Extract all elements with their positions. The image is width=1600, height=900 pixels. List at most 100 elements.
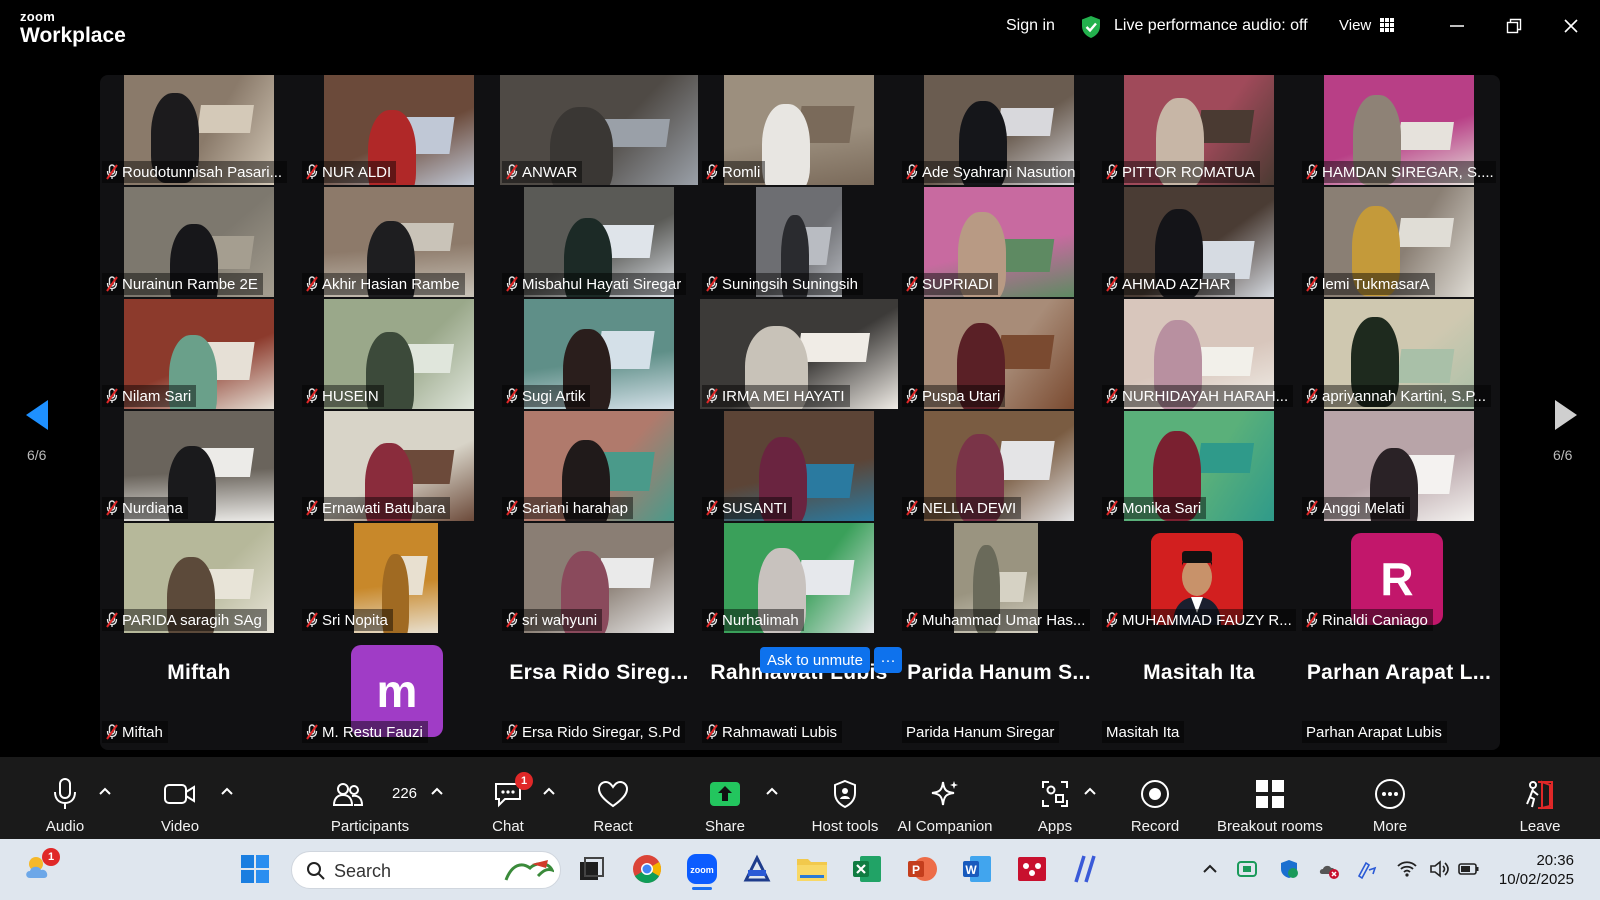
- share-options-caret-icon[interactable]: [766, 786, 778, 796]
- participant-tile[interactable]: HAMDAN SIREGAR, S....: [1300, 75, 1498, 185]
- participant-tile[interactable]: Parida Hanum S... Parida Hanum Siregar: [900, 635, 1098, 745]
- participant-name-label: Nilam Sari: [102, 385, 197, 407]
- shield-check-icon[interactable]: [1080, 15, 1102, 39]
- participant-tile[interactable]: PARIDA saragih SAg: [100, 523, 298, 633]
- participant-tile[interactable]: Muhammad Umar Has...: [900, 523, 1098, 633]
- system-clock[interactable]: 20:36 10/02/2025: [1499, 851, 1574, 889]
- participant-tile[interactable]: ANWAR: [500, 75, 698, 185]
- powerpoint-taskbar-button[interactable]: P: [905, 852, 939, 886]
- participant-tile[interactable]: Ade Syahrani Nasution: [900, 75, 1098, 185]
- participant-tile[interactable]: apriyannah Kartini, S.P...: [1300, 299, 1498, 409]
- pen-app-taskbar-button[interactable]: [1070, 852, 1104, 886]
- onedrive-error-tray-icon[interactable]: [1318, 858, 1340, 880]
- muted-mic-icon: [506, 276, 518, 292]
- participant-tile[interactable]: Suningsih Suningsih: [700, 187, 898, 297]
- participant-tile[interactable]: Anggi Melati: [1300, 411, 1498, 521]
- start-button[interactable]: [238, 852, 272, 886]
- tray-app-green-icon[interactable]: [1236, 858, 1258, 880]
- intune-taskbar-button[interactable]: [740, 852, 774, 886]
- participant-tile[interactable]: Puspa Utari: [900, 299, 1098, 409]
- more-options-button[interactable]: ···: [874, 647, 902, 673]
- participant-tile[interactable]: NURHIDAYAH HARAH...: [1100, 299, 1298, 409]
- participant-tile[interactable]: Nilam Sari: [100, 299, 298, 409]
- taskbar-search-box[interactable]: Search: [291, 851, 561, 889]
- participant-tile[interactable]: sri wahyuni: [500, 523, 698, 633]
- participant-tile[interactable]: SUPRIADI: [900, 187, 1098, 297]
- file-explorer-taskbar-button[interactable]: [795, 852, 829, 886]
- minimize-button[interactable]: [1443, 12, 1471, 40]
- participant-name-label: SUPRIADI: [902, 273, 998, 295]
- participant-tile[interactable]: Ernawati Batubara: [300, 411, 498, 521]
- weather-widget[interactable]: 1: [22, 848, 60, 884]
- participant-tile[interactable]: Roudotunnisah Pasari...: [100, 75, 298, 185]
- chat-options-caret-icon[interactable]: [543, 786, 555, 796]
- host-tools-button[interactable]: Host tools: [805, 757, 885, 839]
- participant-tile[interactable]: NELLIA DEWI: [900, 411, 1098, 521]
- participant-tile[interactable]: Monika Sari: [1100, 411, 1298, 521]
- zoom-taskbar-button[interactable]: zoom: [685, 852, 719, 886]
- video-options-caret-icon[interactable]: [221, 786, 233, 796]
- ai-companion-button[interactable]: AI Companion: [895, 757, 995, 839]
- participants-options-caret-icon[interactable]: [431, 786, 443, 796]
- participant-tile[interactable]: AHMAD AZHAR: [1100, 187, 1298, 297]
- chrome-taskbar-button[interactable]: [630, 852, 664, 886]
- participant-tile[interactable]: lemi TukmasarA: [1300, 187, 1498, 297]
- wifi-icon[interactable]: [1396, 858, 1418, 880]
- apps-button[interactable]: Apps: [1030, 757, 1080, 839]
- participant-name-label: Misbahul Hayati Siregar: [502, 273, 687, 295]
- participant-tile[interactable]: Nurhalimah: [700, 523, 898, 633]
- word-taskbar-button[interactable]: W: [960, 852, 994, 886]
- chat-button[interactable]: 1 Chat: [483, 757, 533, 839]
- app-taskbar-button[interactable]: [1015, 852, 1049, 886]
- participant-tile[interactable]: NUR ALDI: [300, 75, 498, 185]
- participant-name-label: M. Restu Fauzi: [302, 721, 428, 743]
- leave-button[interactable]: Leave: [1515, 757, 1565, 839]
- pen-input-tray-icon[interactable]: [1356, 858, 1378, 880]
- task-view-button[interactable]: [575, 852, 609, 886]
- participant-tile[interactable]: Romli: [700, 75, 898, 185]
- participant-tile[interactable]: Parhan Arapat L... Parhan Arapat Lubis: [1300, 635, 1498, 745]
- participant-tile[interactable]: PITTOR ROMATUA: [1100, 75, 1298, 185]
- participant-tile[interactable]: Misbahul Hayati Siregar: [500, 187, 698, 297]
- participant-tile[interactable]: MUHAMMAD FAUZY R...: [1100, 523, 1298, 633]
- participant-name: Nurdiana: [122, 499, 183, 517]
- restore-button[interactable]: [1500, 12, 1528, 40]
- battery-icon[interactable]: [1458, 858, 1480, 880]
- volume-icon[interactable]: [1428, 858, 1450, 880]
- video-button[interactable]: Video: [155, 757, 205, 839]
- participant-tile[interactable]: Sariani harahap: [500, 411, 698, 521]
- security-shield-tray-icon[interactable]: [1278, 858, 1300, 880]
- record-button[interactable]: Record: [1130, 757, 1180, 839]
- sign-in-link[interactable]: Sign in: [1006, 17, 1055, 35]
- excel-taskbar-button[interactable]: [850, 852, 884, 886]
- apps-options-caret-icon[interactable]: [1084, 786, 1096, 796]
- ask-to-unmute-button[interactable]: Ask to unmute: [760, 647, 870, 673]
- grid-view-icon[interactable]: [1380, 18, 1394, 32]
- participant-tile[interactable]: Sugi Artik: [500, 299, 698, 409]
- participant-tile[interactable]: IRMA MEI HAYATI: [700, 299, 898, 409]
- more-button[interactable]: More: [1365, 757, 1415, 839]
- next-page-arrow-icon[interactable]: [1551, 400, 1581, 430]
- participant-tile[interactable]: Miftah Miftah: [100, 635, 298, 745]
- react-button[interactable]: React: [588, 757, 638, 839]
- show-hidden-icons-chevron-icon[interactable]: [1199, 858, 1221, 880]
- participant-tile[interactable]: Nurainun Rambe 2E: [100, 187, 298, 297]
- participant-tile[interactable]: Sri Nopita: [300, 523, 498, 633]
- participant-tile[interactable]: Masitah Ita Masitah Ita: [1100, 635, 1298, 745]
- participant-tile[interactable]: HUSEIN: [300, 299, 498, 409]
- live-audio-status[interactable]: Live performance audio: off: [1114, 17, 1308, 35]
- close-button[interactable]: [1557, 12, 1585, 40]
- participant-tile[interactable]: SUSANTI: [700, 411, 898, 521]
- shield-icon: [834, 779, 856, 809]
- previous-page-arrow-icon[interactable]: [22, 400, 52, 430]
- audio-options-caret-icon[interactable]: [99, 786, 111, 796]
- participant-tile[interactable]: Ersa Rido Sireg... Ersa Rido Siregar, S.P…: [500, 635, 698, 745]
- participant-tile[interactable]: Akhir Hasian Rambe: [300, 187, 498, 297]
- participant-tile[interactable]: R Rinaldi Caniago: [1300, 523, 1498, 633]
- audio-button[interactable]: Audio: [40, 757, 90, 839]
- participant-tile[interactable]: Nurdiana: [100, 411, 298, 521]
- view-button[interactable]: View: [1339, 17, 1371, 34]
- participant-tile[interactable]: m M. Restu Fauzi: [300, 635, 498, 745]
- breakout-rooms-button[interactable]: Breakout rooms: [1210, 757, 1330, 839]
- share-button[interactable]: Share: [700, 757, 750, 839]
